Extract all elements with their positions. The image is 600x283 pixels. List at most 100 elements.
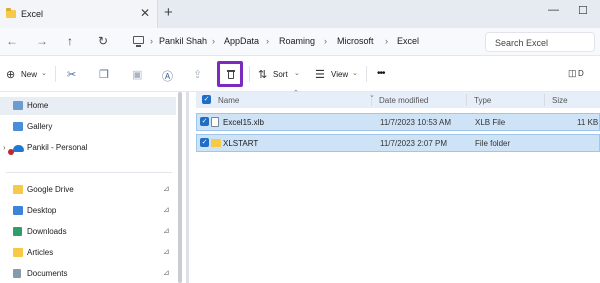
sidebar-item-label: Gallery: [27, 122, 53, 131]
computer-icon: [133, 36, 144, 47]
select-all-checkbox[interactable]: ✓: [202, 95, 211, 104]
copy-icon[interactable]: ❐: [99, 68, 109, 81]
sidebar-item-label: Articles: [27, 248, 54, 257]
column-divider[interactable]: [466, 94, 467, 106]
breadcrumb-separator: ›: [266, 36, 269, 46]
new-tab-button[interactable]: +: [164, 4, 173, 21]
breadcrumb-pankil-shah[interactable]: Pankil Shah: [159, 36, 207, 46]
minimize-button[interactable]: —: [548, 4, 559, 16]
folder-icon: [211, 139, 221, 147]
breadcrumb-appdata[interactable]: AppData: [224, 36, 259, 46]
pin-icon: ⊿: [163, 247, 170, 256]
file-name: XLSTART: [223, 139, 259, 148]
sidebar-item-articles[interactable]: Articles ⊿: [0, 244, 176, 262]
details-button[interactable]: D: [578, 69, 584, 78]
breadcrumb-excel[interactable]: Excel: [397, 36, 419, 46]
column-header-size[interactable]: Size: [552, 96, 568, 105]
home-icon: [13, 101, 23, 110]
divider: [55, 66, 56, 82]
folder-icon: [13, 185, 23, 194]
column-header-name[interactable]: Name: [218, 96, 239, 105]
breadcrumb-separator: ›: [212, 36, 215, 46]
folder-icon: [6, 8, 16, 18]
maximize-button[interactable]: ☐: [578, 4, 588, 17]
row-checkbox[interactable]: ✓: [200, 117, 209, 126]
chevron-down-icon: ⌄: [352, 70, 358, 77]
sidebar-item-google-drive[interactable]: Google Drive ⊿: [0, 181, 176, 199]
back-button[interactable]: ←: [6, 34, 18, 48]
column-header-row: ⌃ ✓ Name ⌄ Date modified Type Size: [196, 90, 600, 108]
sidebar-item-gallery[interactable]: Gallery: [0, 118, 176, 136]
file-date-modified: 11/7/2023 2:07 PM: [380, 139, 448, 148]
row-checkbox[interactable]: ✓: [200, 138, 209, 147]
paste-icon[interactable]: ▣: [132, 68, 142, 81]
sidebar-item-documents[interactable]: Documents ⊿: [0, 265, 176, 283]
sidebar-item-downloads[interactable]: Downloads ⊿: [0, 223, 176, 241]
divider: [249, 66, 250, 82]
sidebar-item-desktop[interactable]: Desktop ⊿: [0, 202, 176, 220]
new-button[interactable]: New: [21, 70, 37, 79]
pin-icon: ⊿: [163, 268, 170, 277]
breadcrumb-separator: ›: [385, 36, 388, 46]
command-bar: ⊕ New ⌄ ✂ ❐ ▣ Ⓐ ⇪ ⇅ Sort ⌄ ☰ View ⌄ ••• …: [0, 56, 600, 92]
sidebar-item-pankil-personal[interactable]: › Pankil - Personal: [0, 139, 176, 157]
chevron-down-icon: ⌄: [41, 70, 47, 77]
up-button[interactable]: ↑: [67, 34, 73, 48]
sidebar-item-home[interactable]: Home: [0, 97, 176, 115]
pin-icon: ⊿: [163, 226, 170, 235]
sort-ascending-icon: ⌃: [293, 90, 299, 97]
tab-excel[interactable]: Excel ✕: [0, 0, 158, 28]
rename-icon[interactable]: Ⓐ: [162, 68, 173, 84]
chevron-right-icon[interactable]: ›: [3, 143, 6, 152]
more-options-button[interactable]: •••: [377, 68, 385, 79]
sidebar-item-label: Desktop: [27, 206, 57, 215]
sort-icon: ⇅: [258, 69, 268, 81]
desktop-icon: [13, 206, 23, 215]
chevron-down-icon: ⌄: [369, 92, 375, 99]
sidebar-item-label: Google Drive: [27, 185, 74, 194]
share-icon[interactable]: ⇪: [193, 68, 202, 81]
close-tab-icon[interactable]: ✕: [140, 6, 150, 20]
file-row-xlstart[interactable]: ✓ XLSTART 11/7/2023 2:07 PM File folder: [196, 134, 600, 152]
file-list: ⌃ ✓ Name ⌄ Date modified Type Size ✓ Exc…: [186, 90, 600, 283]
pin-icon: ⊿: [163, 205, 170, 214]
chevron-down-icon: ⌄: [294, 70, 300, 77]
tab-bar: Excel ✕ + — ☐: [0, 0, 600, 28]
gallery-icon: [13, 122, 23, 131]
sidebar-divider: [6, 172, 172, 173]
sidebar-scrollbar[interactable]: [178, 92, 182, 283]
sidebar-item-label: Home: [27, 101, 49, 110]
view-button[interactable]: View: [331, 70, 348, 79]
view-icon: ☰: [315, 69, 325, 81]
sort-button[interactable]: Sort: [273, 70, 288, 79]
file-name: Excel15.xlb: [223, 118, 264, 127]
column-header-type[interactable]: Type: [474, 96, 491, 105]
divider: [366, 66, 367, 82]
file-size: 11 KB: [577, 118, 599, 127]
details-pane-icon: ◫: [568, 68, 577, 78]
file-row-excel15[interactable]: ✓ Excel15.xlb 11/7/2023 10:53 AM XLB Fil…: [196, 113, 600, 131]
sidebar-item-label: Documents: [27, 269, 68, 278]
address-row: ← → ↑ ↻ › Pankil Shah › AppData › Roamin…: [0, 28, 600, 56]
breadcrumb-separator: ›: [150, 36, 153, 46]
plus-icon: ⊕: [6, 69, 16, 81]
column-divider[interactable]: [544, 94, 545, 106]
onedrive-icon: [13, 145, 24, 152]
column-header-date-modified[interactable]: Date modified: [379, 96, 428, 105]
downloads-icon: [13, 227, 22, 236]
delete-button[interactable]: [217, 61, 243, 87]
file-list-scrollbar[interactable]: [186, 92, 189, 283]
breadcrumb-roaming[interactable]: Roaming: [279, 36, 315, 46]
sidebar-item-label: Downloads: [27, 227, 67, 236]
cut-icon[interactable]: ✂: [67, 68, 76, 81]
folder-icon: [13, 248, 23, 257]
forward-button[interactable]: →: [36, 34, 48, 48]
breadcrumb-separator: ›: [324, 36, 327, 46]
sidebar-item-label: Pankil - Personal: [27, 143, 88, 152]
search-input[interactable]: Search Excel: [485, 32, 595, 52]
breadcrumb-microsoft[interactable]: Microsoft: [337, 36, 374, 46]
document-icon: [211, 117, 219, 127]
file-type: XLB File: [475, 118, 506, 127]
pin-icon: ⊿: [163, 184, 170, 193]
refresh-button[interactable]: ↻: [98, 34, 108, 48]
